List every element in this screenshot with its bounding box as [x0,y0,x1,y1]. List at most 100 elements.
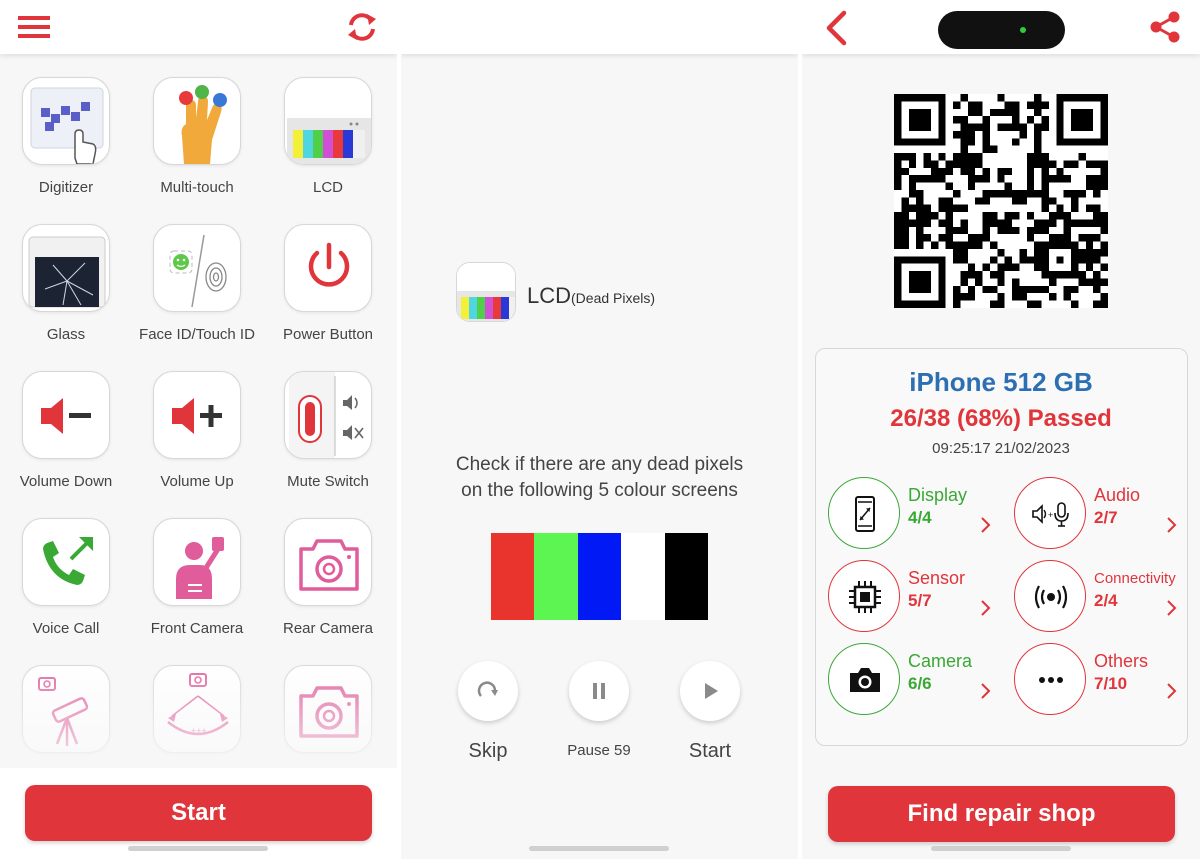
test-icon-box [284,224,372,312]
category-ring [828,560,900,632]
test-label: Front Camera [150,620,244,637]
results-screen: iPhone 512 GB 26/38 (68%) Passed 09:25:1… [802,0,1200,859]
camera-icon [299,539,359,591]
test-tile-digitizer[interactable]: Digitizer [1,74,131,214]
lcd-icon [285,78,371,164]
test-tile-lcd[interactable]: LCD [263,74,393,214]
share-icon[interactable] [1148,10,1182,44]
volume-down-icon [41,398,91,434]
test-tile-front-camera[interactable]: Front Camera [132,515,262,655]
test-icon-box [153,518,241,606]
start-button[interactable]: Start [25,785,372,841]
category-score: 7/10 [1094,674,1128,693]
category-name: Display [908,485,968,505]
pause-label: Pause 59 [567,742,631,759]
chevron-right-icon [981,517,991,533]
power-icon [308,242,350,287]
top-bar [802,0,1200,54]
test-label: Mute Switch [287,473,369,490]
colour-swatch-2 [534,533,578,620]
category-camera[interactable]: Camera 6/6 [828,643,1008,717]
test-title-text: LCD [527,283,572,308]
instruction-line-2: on the following 5 colour screens [461,480,738,501]
test-icon-box [22,665,110,753]
redo-icon [477,681,498,697]
test-label: Digitizer [38,179,94,196]
category-score: 4/4 [908,508,932,527]
test-icon-box [22,224,110,312]
multi-touch-icon [179,85,227,164]
category-score: 2/7 [1094,508,1118,527]
chevron-right-icon [1167,517,1177,533]
category-display[interactable]: Display 4/4 [828,477,1008,551]
test-icon-box [153,371,241,459]
test-tile-face-id-touch-id[interactable]: Face ID/Touch ID [132,221,262,361]
svg-text:+: + [1048,510,1053,520]
test-icon-box: +++ [153,665,241,753]
hamburger-menu-icon[interactable] [18,15,50,39]
lcd-icon [456,262,516,322]
start-test-button[interactable] [680,661,740,721]
selfie-icon [176,537,224,599]
test-label: Face ID/Touch ID [139,326,255,343]
test-tile-voice-call[interactable]: Voice Call [1,515,131,655]
test-tile-volume-up[interactable]: Volume Up [132,368,262,508]
test-icon-box [284,77,372,165]
test-timestamp: 09:25:17 21/02/2023 [932,440,1070,457]
test-icon-box [22,371,110,459]
test-tile-multi-touch[interactable]: Multi-touch [132,74,262,214]
category-name: Camera [908,651,973,671]
find-repair-shop-button[interactable]: Find repair shop [828,786,1175,842]
camera-icon [299,686,359,738]
colour-swatches [491,533,709,620]
chevron-right-icon [1167,600,1177,616]
skip-label: Skip [468,740,508,762]
test-label: Volume Down [19,473,113,490]
top-bar [401,0,798,54]
pause-button[interactable] [569,661,629,721]
test-title: LCD(Dead Pixels) [527,283,655,309]
test-tile-power-button[interactable]: Power Button [263,221,393,361]
colour-swatch-4 [621,533,665,620]
category-name: Others [1094,651,1149,671]
category-others[interactable]: Others 7/10 [1014,643,1194,717]
test-label: Power Button [282,326,374,343]
more-icon [1039,677,1063,683]
chip-icon [849,581,881,613]
category-sensor[interactable]: Sensor 5/7 [828,560,1008,634]
test-label: Voice Call [32,620,100,637]
instruction-text: Check if there are any dead pixels on th… [401,452,798,504]
refresh-icon[interactable] [345,11,379,43]
test-tile-mute-switch[interactable]: Mute Switch [263,368,393,508]
start-label: Start [688,740,732,762]
dynamic-island [938,11,1065,49]
camera-icon [850,668,880,692]
test-tile-glass[interactable]: Glass [1,221,131,361]
test-tile-rear-camera[interactable]: Rear Camera [263,515,393,655]
test-label: Glass [46,326,86,343]
category-ring [828,477,900,549]
category-score: 2/4 [1094,591,1118,610]
test-icon-box [22,518,110,606]
colour-swatch-3 [577,533,622,620]
category-audio[interactable]: + Audio 2/7 [1014,477,1194,551]
chevron-right-icon [1167,683,1177,699]
test-icon-box [153,224,241,312]
wide-camera-icon: +++ [167,673,229,736]
colour-swatch-1 [491,533,535,620]
wireless-icon [1034,585,1068,609]
category-connectivity[interactable]: Connectivity 2/4 [1014,560,1194,634]
back-arrow-icon[interactable] [824,10,848,46]
test-icon-box [284,665,372,753]
digitizer-icon [30,87,104,164]
test-tile-volume-down[interactable]: Volume Down [1,368,131,508]
top-bar [0,0,397,54]
category-name: Connectivity [1094,570,1176,587]
category-name: Sensor [908,568,966,588]
category-score: 5/7 [908,591,932,610]
skip-button[interactable] [458,661,518,721]
test-icon-box [22,77,110,165]
volume-up-icon [172,398,222,434]
display-icon [855,496,875,532]
screens: Digitizer Multi-touch LCD Glass Face ID/Touc… [0,0,1200,859]
